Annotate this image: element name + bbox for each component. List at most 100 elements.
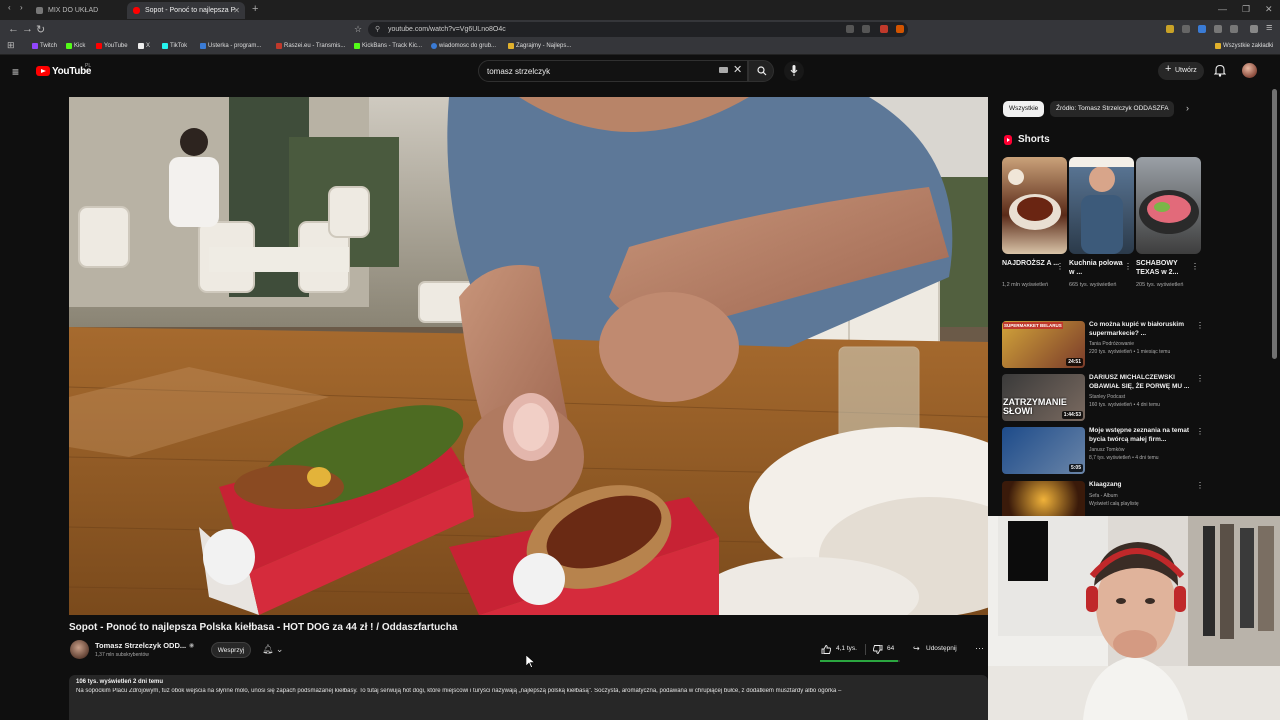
bookmark-label: wiadomosc do grub...: [439, 43, 497, 49]
subscription-bell-icon[interactable]: 🔔︎ ⌄: [262, 644, 283, 655]
back-tab-icon[interactable]: ‹: [8, 3, 11, 12]
channel-name[interactable]: Tomasz Strzelczyk ODD...: [95, 641, 186, 650]
more-options-icon[interactable]: ⋮: [1196, 374, 1204, 383]
dislike-icon[interactable]: [873, 645, 883, 654]
tab-youtube-video[interactable]: Sopot - Ponoć to najlepsza P ✕: [127, 2, 245, 19]
search-input[interactable]: tomasz strzelczyk: [478, 60, 748, 82]
voice-search-button[interactable]: [784, 61, 804, 81]
short-thumbnail[interactable]: [1002, 157, 1067, 254]
channel-name: Janusz Tomków: [1089, 447, 1125, 453]
page-scrollbar[interactable]: [1272, 89, 1277, 359]
search-icon: [757, 66, 767, 76]
forward-tab-icon[interactable]: ›: [20, 3, 23, 12]
keyboard-icon[interactable]: [719, 67, 728, 73]
bookmark-twitch[interactable]: Twitch: [32, 43, 57, 49]
share-button[interactable]: ↪ Udostępnij: [906, 641, 968, 658]
bookmark-kick[interactable]: Kick: [66, 43, 85, 49]
clear-search-icon[interactable]: ✕: [733, 63, 742, 76]
more-options-icon[interactable]: ⋮: [1196, 481, 1204, 490]
more-options-icon[interactable]: ⋮: [1196, 321, 1204, 330]
channel-name: Tania Podróżowanie: [1089, 341, 1135, 347]
close-tab-icon[interactable]: ✕: [233, 6, 240, 15]
create-label: Utwórz: [1175, 67, 1197, 74]
downloads-icon[interactable]: [1250, 25, 1258, 33]
bookmark-x[interactable]: X: [138, 43, 150, 49]
channel-avatar[interactable]: [70, 640, 89, 659]
youtube-logo-icon[interactable]: [36, 66, 50, 76]
short-title[interactable]: SCHABOWY TEXAS w 2...: [1136, 259, 1194, 277]
hamburger-menu-icon[interactable]: ≡: [12, 65, 19, 79]
video-meta: 8,7 tys. wyświetleń • 4 dni temu: [1089, 455, 1159, 461]
short-title[interactable]: Kuchnia polowa w ...: [1069, 259, 1127, 277]
chip-source[interactable]: Źródło: Tomasz Strzelczyk ODDASZFA: [1050, 101, 1174, 117]
more-options-icon[interactable]: ⋮: [1196, 427, 1204, 436]
mouse-cursor-icon: [526, 655, 535, 668]
account-avatar[interactable]: [1242, 63, 1257, 78]
bookmark-youtube[interactable]: YouTube: [96, 43, 128, 49]
bookmark-star-icon[interactable]: ☆: [354, 24, 362, 35]
url-text: youtube.com/watch?v=Vg6ULno8O4c: [388, 26, 506, 33]
tab-mix[interactable]: MIX DO UKŁAD: [30, 2, 125, 19]
back-icon[interactable]: ←: [8, 23, 19, 35]
recommended-video[interactable]: SUPERMARKET BELARUS 24:51 Co można kupić…: [1002, 321, 1204, 369]
short-views: 205 tys. wyświetleń: [1136, 282, 1184, 288]
bookmark-kickbans[interactable]: KickBans - Track Kic...: [354, 43, 422, 49]
video-title: Moje wstępne zeznania na temat bycia twó…: [1089, 427, 1190, 443]
forward-icon[interactable]: →: [22, 23, 33, 35]
bookmark-label: Zagrajmy - Najleps...: [516, 43, 572, 49]
extension-icon[interactable]: [1166, 25, 1174, 33]
bookmark-label: YouTube: [104, 43, 128, 49]
new-tab-icon[interactable]: +: [252, 3, 258, 15]
bookmark-label: Twitch: [40, 43, 58, 49]
brave-shield-icon[interactable]: [880, 25, 888, 33]
recommended-video[interactable]: ZATRZYMANIE SŁOWI 1:44:53 DARIUSZ MICHAL…: [1002, 374, 1204, 422]
like-ratio-fill: [820, 660, 899, 662]
chip-all[interactable]: Wszystkie: [1003, 101, 1045, 117]
bookmark-wiadomosc[interactable]: wiadomosc do grub...: [431, 43, 496, 49]
bookmark-favicon-icon: [354, 43, 360, 49]
chevron-right-icon[interactable]: ›: [1186, 103, 1189, 113]
sidebar-toggle-icon[interactable]: [1230, 25, 1238, 33]
recommended-video[interactable]: 5:05 Moje wstępne zeznania na temat byci…: [1002, 427, 1204, 475]
create-button[interactable]: + Utwórz: [1158, 62, 1204, 80]
rewards-icon[interactable]: [896, 25, 904, 33]
apps-grid-icon[interactable]: ⊞: [7, 40, 15, 51]
extension-icon[interactable]: [1182, 25, 1190, 33]
short-thumbnail[interactable]: [1136, 157, 1201, 254]
more-options-icon[interactable]: ⋮: [1191, 262, 1199, 271]
short-thumbnail[interactable]: [1069, 157, 1134, 254]
dislike-count: 64: [887, 645, 895, 652]
all-bookmarks[interactable]: Wszystkie zakładki: [1215, 43, 1273, 49]
close-window-icon[interactable]: ✕: [1265, 4, 1273, 15]
bookmark-raszei[interactable]: Raszei.eu - Transmis...: [276, 43, 345, 49]
search-button[interactable]: [748, 60, 774, 82]
extension-icon[interactable]: [1198, 25, 1206, 33]
cast-icon[interactable]: [846, 25, 854, 33]
reload-icon[interactable]: ↻: [36, 23, 45, 36]
more-options-icon[interactable]: ⋮: [1124, 262, 1132, 271]
more-options-icon[interactable]: ⋮: [1056, 262, 1064, 271]
tab-favicon-icon: [36, 7, 43, 14]
bookmark-label: Usterka - program...: [208, 43, 262, 49]
video-thumbnail: ZATRZYMANIE SŁOWI 1:44:53: [1002, 374, 1085, 421]
like-icon[interactable]: [821, 645, 831, 654]
video-meta: 220 tys. wyświetleń • 1 miesiąc temu: [1089, 349, 1171, 355]
video-player[interactable]: [69, 97, 988, 615]
bookmark-tiktok[interactable]: TikTok: [162, 43, 187, 49]
more-actions-icon[interactable]: ⋯: [975, 643, 984, 654]
restore-icon[interactable]: ❐: [1242, 4, 1250, 15]
share-page-icon[interactable]: [862, 25, 870, 33]
extensions-puzzle-icon[interactable]: [1214, 25, 1222, 33]
description-box[interactable]: 106 tys. wyświetleń 2 dni temu Na sopock…: [69, 675, 988, 720]
notifications-bell-icon[interactable]: [1214, 64, 1226, 77]
support-button[interactable]: Wesprzyj: [211, 642, 251, 658]
minimize-icon[interactable]: —: [1218, 4, 1227, 14]
site-info-icon[interactable]: ⚲: [375, 25, 380, 33]
bookmark-zagrajmy[interactable]: Zagrajmy - Najleps...: [508, 43, 571, 49]
short-title[interactable]: NAJDROŻSZ A ...: [1002, 259, 1060, 268]
menu-icon[interactable]: ≡: [1266, 22, 1272, 34]
address-bar[interactable]: ⚲ youtube.com/watch?v=Vg6ULno8O4c: [368, 22, 908, 37]
bookmark-label: KickBans - Track Kic...: [362, 43, 423, 49]
short-views: 1,2 mln wyświetleń: [1002, 282, 1049, 288]
bookmark-usterka[interactable]: Usterka - program...: [200, 43, 261, 49]
